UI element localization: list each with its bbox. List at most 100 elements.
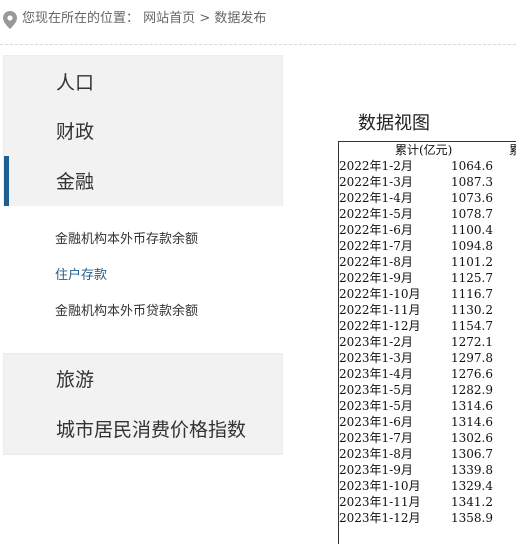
breadcrumb-separator: >	[199, 11, 211, 26]
table-cell-value: 1329.4	[451, 479, 493, 493]
table-cell-value: 1130.2	[451, 303, 493, 317]
table-cell-date: 2023年1-5月	[339, 399, 413, 413]
sidebar-item-finance[interactable]: 财政	[56, 119, 94, 145]
breadcrumb-home-link[interactable]: 网站首页	[143, 11, 195, 26]
table-row: 2022年1-5月 1078.7	[339, 206, 516, 222]
table-cell-extra	[509, 510, 516, 526]
table-row: 2023年1-6月 1314.6	[339, 414, 516, 430]
table-cell-date: 2023年1-10月	[339, 479, 421, 493]
table-header-extra: 累	[509, 142, 516, 158]
submenu-item-household-deposits[interactable]: 住户存款	[55, 267, 107, 285]
table-cell-extra	[509, 286, 516, 302]
table-cell-date: 2022年1-3月	[339, 175, 413, 189]
table-cell-date: 2023年1-6月	[339, 415, 413, 429]
active-indicator	[4, 156, 9, 206]
table-cell-date: 2023年1-5月	[339, 383, 413, 397]
table-cell-value: 1125.7	[451, 271, 493, 285]
table-cell-extra	[509, 238, 516, 254]
table-cell-value: 1116.7	[451, 287, 493, 301]
table-row: 2022年1-4月 1073.6	[339, 190, 516, 206]
breadcrumb: 您现在所在的位置： 网站首页 > 数据发布	[0, 0, 516, 45]
table-row: 2022年1-12月 1154.7	[339, 318, 516, 334]
table-row: 2023年1-5月 1314.6	[339, 398, 516, 414]
table-row: 2022年1-11月 1130.2	[339, 302, 516, 318]
table-cell-value: 1078.7	[451, 207, 493, 221]
table-row: 2023年1-9月 1339.8	[339, 462, 516, 478]
table-row: 2023年1-2月 1272.1	[339, 334, 516, 350]
table-cell-date: 2023年1-11月	[339, 495, 421, 509]
table-cell-extra	[509, 398, 516, 414]
table-cell-value: 1087.3	[451, 175, 493, 189]
table-cell-value: 1154.7	[451, 319, 493, 333]
table-cell-extra	[509, 462, 516, 478]
table-row: 2022年1-8月 1101.2	[339, 254, 516, 270]
table-cell-date: 2022年1-5月	[339, 207, 413, 221]
table-row: 2023年1-12月 1358.9	[339, 510, 516, 526]
table-cell-value: 1358.9	[451, 511, 493, 525]
table-cell-date: 2023年1-8月	[339, 447, 413, 461]
sidebar-item-population[interactable]: 人口	[56, 70, 94, 96]
table-cell-date: 2022年1-9月	[339, 271, 413, 285]
table-row: 2022年1-10月 1116.7	[339, 286, 516, 302]
table-cell-extra	[509, 478, 516, 494]
sidebar-item-banking[interactable]: 金融	[56, 169, 94, 195]
table-row: 2022年1-2月 1064.6	[339, 158, 516, 174]
table-cell-value: 1073.6	[451, 191, 493, 205]
table-cell-date: 2022年1-8月	[339, 255, 413, 269]
table-cell-value: 1276.6	[451, 367, 493, 381]
table-cell-date: 2022年1-7月	[339, 239, 413, 253]
table-cell-extra	[509, 254, 516, 270]
table-cell-date: 2022年1-6月	[339, 223, 413, 237]
data-view-panel[interactable]: 累计(亿元) 累 2022年1-2月1064.62022年1-3月1087.32…	[338, 141, 516, 544]
data-table: 累计(亿元) 累 2022年1-2月1064.62022年1-3月1087.32…	[339, 142, 516, 526]
table-row: 2023年1-10月 1329.4	[339, 478, 516, 494]
table-cell-value: 1094.8	[451, 239, 493, 253]
table-cell-date: 2023年1-3月	[339, 351, 413, 365]
submenu-item-loans[interactable]: 金融机构本外币贷款余额	[55, 303, 198, 321]
table-cell-value: 1272.1	[451, 335, 493, 349]
table-cell-value: 1100.4	[451, 223, 493, 237]
table-cell-extra	[509, 206, 516, 222]
table-row: 2022年1-7月 1094.8	[339, 238, 516, 254]
sidebar-submenu: 金融机构本外币存款余额 住户存款 金融机构本外币贷款余额	[3, 206, 283, 352]
table-cell-date: 2022年1-12月	[339, 319, 421, 333]
table-cell-extra	[509, 174, 516, 190]
table-cell-date: 2023年1-12月	[339, 511, 421, 525]
table-body: 2022年1-2月 1064.6 2022年1-3月 1087.3 2022年1-4月 1…	[339, 158, 516, 526]
table-cell-extra	[509, 222, 516, 238]
table-cell-extra	[509, 334, 516, 350]
table-header-row: 累计(亿元) 累	[339, 142, 516, 158]
breadcrumb-current: 数据发布	[214, 11, 267, 26]
table-cell-date: 2023年1-7月	[339, 431, 413, 445]
table-cell-extra	[509, 382, 516, 398]
table-row: 2023年1-5月 1282.9	[339, 382, 516, 398]
table-cell-extra	[509, 270, 516, 286]
sidebar-item-cpi[interactable]: 城市居民消费价格指数	[56, 417, 246, 443]
location-pin-icon	[3, 11, 17, 29]
page-title: 数据视图	[358, 113, 430, 134]
table-cell-extra	[509, 446, 516, 462]
table-cell-value: 1282.9	[451, 383, 493, 397]
table-cell-extra	[509, 190, 516, 206]
table-cell-value: 1064.6	[451, 159, 493, 173]
table-row: 2023年1-4月 1276.6	[339, 366, 516, 382]
table-cell-extra	[509, 318, 516, 334]
table-cell-date: 2022年1-2月	[339, 159, 413, 173]
table-header-cumulative: 累计(亿元)	[395, 143, 453, 157]
table-cell-extra	[509, 302, 516, 318]
table-cell-value: 1341.2	[451, 495, 493, 509]
table-cell-extra	[509, 430, 516, 446]
breadcrumb-prefix: 您现在所在的位置：	[22, 11, 140, 26]
table-cell-value: 1339.8	[451, 463, 493, 477]
table-row: 2022年1-6月 1100.4	[339, 222, 516, 238]
table-row: 2023年1-7月 1302.6	[339, 430, 516, 446]
sidebar: 人口 财政 金融 金融机构本外币存款余额 住户存款 金融机构本外币贷款余额 旅游…	[3, 55, 283, 455]
table-cell-extra	[509, 414, 516, 430]
sidebar-group-bottom: 旅游 城市居民消费价格指数	[3, 353, 283, 455]
table-cell-extra	[509, 158, 516, 174]
sidebar-group-top: 人口 财政 金融	[3, 55, 283, 207]
table-cell-value: 1314.6	[451, 415, 493, 429]
submenu-item-deposits[interactable]: 金融机构本外币存款余额	[55, 231, 198, 249]
sidebar-item-tourism[interactable]: 旅游	[56, 367, 94, 393]
table-cell-extra	[509, 366, 516, 382]
